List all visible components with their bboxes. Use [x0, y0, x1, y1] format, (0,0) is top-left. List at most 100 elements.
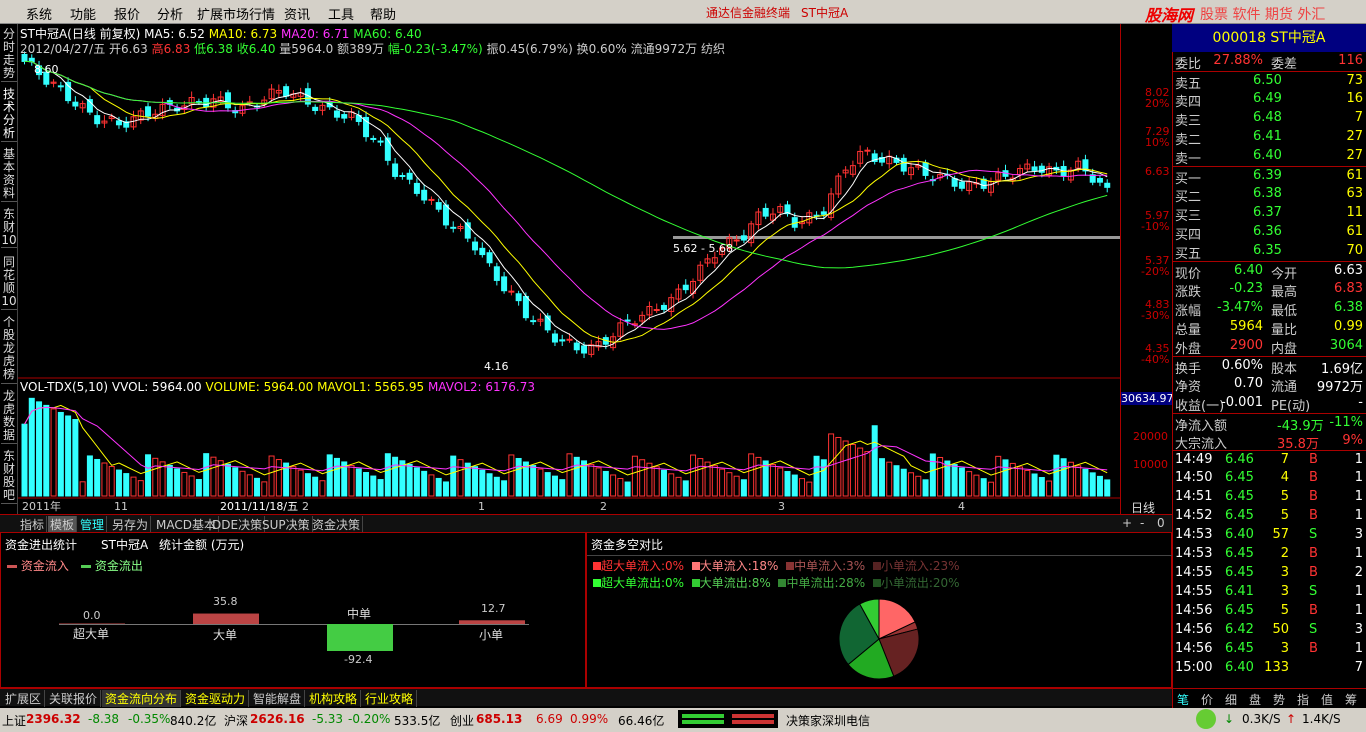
buy-row: 买一 6.39 61	[1173, 166, 1366, 187]
x-axis-label: 2	[302, 500, 309, 513]
support-line	[673, 236, 1120, 239]
tab-ext-area[interactable]: 扩展区	[2, 690, 46, 707]
candle-body	[522, 295, 529, 319]
tab-eastmoney10[interactable]: 东财10	[1, 208, 17, 248]
volume-bar	[668, 473, 675, 497]
candle-body	[530, 320, 537, 323]
volume-bar	[973, 474, 980, 497]
broker-server[interactable]: 决策家深圳电信	[786, 712, 870, 729]
candle-body	[624, 319, 631, 322]
volume-bar	[769, 463, 776, 497]
zoom-out-button[interactable]: -	[1140, 516, 1144, 530]
menu-news[interactable]: 资讯	[284, 4, 310, 23]
ma20-line	[24, 60, 1108, 330]
volume-bar	[21, 423, 28, 497]
buy-price: 6.37	[1253, 205, 1282, 220]
menu-tools[interactable]: 工具	[328, 4, 354, 23]
qtab-trend[interactable]: 势	[1273, 691, 1285, 708]
volume-bar	[1031, 473, 1038, 497]
tab-indicator[interactable]: 指标	[18, 516, 48, 533]
tick-price: 6.45	[1225, 470, 1254, 485]
volume-bar	[28, 397, 35, 497]
volume-bar	[377, 479, 384, 497]
volume-bar	[631, 455, 638, 497]
zoom-in-button[interactable]: +	[1122, 516, 1132, 530]
reset-zoom-button[interactable]: 0	[1157, 516, 1165, 530]
menu-ext-market[interactable]: 扩展市场行情	[197, 4, 275, 23]
menu-analysis[interactable]: 分析	[157, 4, 183, 23]
menu-quote[interactable]: 报价	[114, 4, 140, 23]
volume-bar	[290, 466, 297, 497]
tab-fund-driver[interactable]: 资金驱动力	[182, 690, 250, 707]
tab-fund-decision[interactable]: 资金决策	[310, 516, 364, 533]
qtab-chips[interactable]: 筹	[1345, 691, 1357, 708]
tab-dragon-data[interactable]: 龙虎数据	[1, 390, 17, 444]
volume-bar	[152, 457, 159, 497]
volume-bar	[1075, 465, 1082, 497]
tab-fund-distribution[interactable]: 资金流向分布	[102, 690, 182, 707]
hs-index-pct: -0.20%	[348, 712, 391, 726]
tab-sup[interactable]: SUP决策	[260, 516, 313, 533]
tick-side: B	[1309, 565, 1318, 580]
candle-body	[479, 247, 486, 256]
volume-bar	[57, 411, 64, 497]
stat-b-value: 3064	[1329, 338, 1363, 353]
qtab-book[interactable]: 盘	[1249, 691, 1261, 708]
tab-saveas[interactable]: 另存为	[110, 516, 152, 533]
tab-smart-analysis[interactable]: 智能解盘	[250, 690, 306, 707]
tab-dragon-tiger[interactable]: 个股龙虎榜	[1, 316, 17, 384]
tick-663: 6.63	[1145, 165, 1170, 178]
stat-a-value: -3.47%	[1217, 300, 1263, 315]
tick-volume: 5	[1280, 489, 1289, 504]
stat-b-value: 6.83	[1334, 281, 1363, 296]
tab-manage[interactable]: 管理	[78, 516, 108, 533]
volume-bar	[610, 474, 617, 497]
menu-system[interactable]: 系统	[26, 4, 52, 23]
tab-dde[interactable]: DDE决策	[210, 516, 266, 533]
qtab-price[interactable]: 价	[1201, 691, 1213, 708]
indicator-tabs: 指标 模板 管理 另存为 MACD基本 DDE决策 SUP决策 资金决策 + -…	[0, 514, 1172, 533]
market-breadth-indicator	[678, 710, 778, 728]
volume-bar	[886, 461, 893, 497]
cy-index-name: 创业	[450, 714, 475, 728]
volume-bar	[995, 455, 1002, 497]
tab-intraday[interactable]: 分时走势	[1, 28, 17, 82]
vol-volume: VOLUME: 5964.00	[205, 380, 314, 394]
volume-bar	[232, 467, 239, 497]
tab-related-quote[interactable]: 关联报价	[46, 690, 102, 707]
tick-count: 1	[1354, 546, 1363, 561]
qtab-index[interactable]: 指	[1297, 691, 1309, 708]
volume-bar	[166, 464, 173, 497]
vol-max-tick: 30634.97	[1121, 392, 1174, 405]
stat-a-label: 涨幅	[1175, 304, 1202, 319]
fund-compare-panel: 资金多空对比 超大单流入:0% 大单流入:18% 中单流入:3% 小单流入:23…	[586, 532, 1173, 688]
sell-volume: 27	[1346, 129, 1363, 144]
tick-count: 3	[1354, 622, 1363, 637]
ma5-label: MA5: 6.52	[144, 27, 205, 41]
tab-template[interactable]: 模板	[48, 516, 78, 533]
candle-body	[384, 137, 391, 161]
stat-b-label: 量比	[1271, 323, 1298, 338]
tab-technical[interactable]: 技术分析	[1, 88, 17, 142]
volume-bar	[951, 464, 958, 497]
qtab-detail[interactable]: 细	[1225, 691, 1237, 708]
kline-chart[interactable]: 8.60 4.16 5.62 - 5.68 2011年 11 2011/11/18/五 2 1…	[18, 24, 1120, 514]
candle-body	[428, 198, 435, 201]
info-turnover: 换0.60%	[576, 42, 627, 56]
volume-bar	[421, 470, 428, 497]
tab-ths10[interactable]: 同花顺10	[1, 256, 17, 310]
network-icon[interactable]	[1196, 709, 1216, 729]
tab-fundamentals[interactable]: 基本资料	[1, 148, 17, 202]
tab-industry[interactable]: 行业攻略	[362, 690, 418, 707]
menu-help[interactable]: 帮助	[370, 4, 396, 23]
tab-guba[interactable]: 东财股吧	[1, 450, 17, 504]
qtab-value[interactable]: 值	[1321, 691, 1333, 708]
quote-panel: 委比 27.88% 委差 116 卖五 6.50 73 卖四 6.49 16 卖三 6.48 7 卖二 6.…	[1172, 24, 1366, 708]
tick-20pct: 20%	[1145, 97, 1170, 110]
breadth-bars-icon	[682, 714, 774, 724]
candle-body	[312, 106, 319, 112]
price-axis: 8.02 20% 7.29 10% 6.63 5.97 -10% 5.37 -2…	[1120, 24, 1174, 515]
tab-institution[interactable]: 机构攻略	[306, 690, 362, 707]
menu-function[interactable]: 功能	[70, 4, 96, 23]
qtab-tick[interactable]: 笔	[1177, 691, 1189, 708]
